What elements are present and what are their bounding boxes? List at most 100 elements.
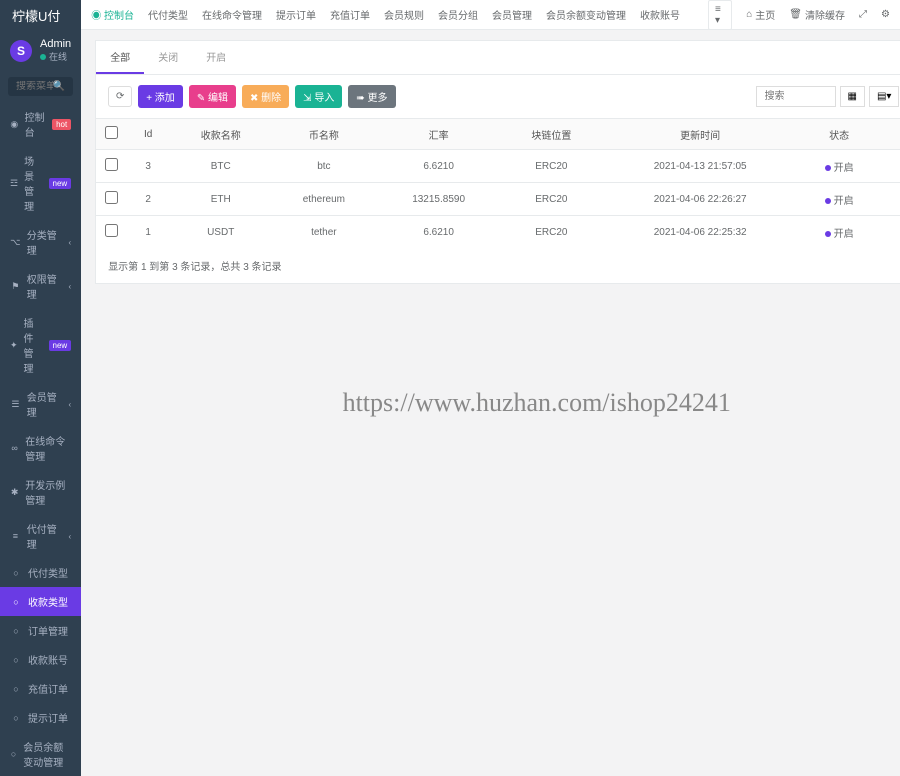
user-name: Admin xyxy=(40,38,71,50)
tab[interactable]: 开启 xyxy=(192,41,240,74)
user-box[interactable]: S Admin 在线 xyxy=(0,30,81,71)
sidebar-search[interactable]: 🔍 xyxy=(8,77,73,96)
edit-button[interactable]: ✎ 编辑 xyxy=(189,85,236,108)
sidebar-item-label: 会员余额变动管理 xyxy=(23,739,71,769)
circle-icon: ○ xyxy=(10,597,22,607)
sidebar-item[interactable]: ☰会员管理‹ xyxy=(0,382,81,426)
topbar-expand-icon[interactable]: ⤢ xyxy=(859,9,867,20)
sidebar-sub-item[interactable]: ○订单管理 xyxy=(0,616,81,645)
topbar-link[interactable]: 会员管理 xyxy=(492,7,532,22)
sidebar-sub-item[interactable]: ○提示订单 xyxy=(0,703,81,732)
cell-time: 2021-04-06 22:25:32 xyxy=(602,216,799,249)
sidebar-item[interactable]: ✦插件管理new xyxy=(0,308,81,382)
nav-icon: ✱ xyxy=(10,487,19,498)
topbar-home[interactable]: ⌂ 主页 xyxy=(746,7,775,22)
status-dot-icon xyxy=(825,231,831,237)
sidebar-sub-item[interactable]: ○ 充值订单 xyxy=(0,674,81,703)
sidebar-item-label: 代付管理 xyxy=(27,521,63,551)
data-table: Id收款名称币名称汇率块链位置更新时间状态操作 3 BTC btc 6.6210… xyxy=(96,118,900,248)
cell-status[interactable]: 开启 xyxy=(798,216,879,249)
sidebar-sub-item[interactable]: ○收款账号 xyxy=(0,645,81,674)
nav-icon: ◉ xyxy=(10,119,19,130)
sidebar-item[interactable]: ✱ 开发示例管理 xyxy=(0,470,81,514)
cell-status[interactable]: 开启 xyxy=(798,183,879,216)
topbar-link[interactable]: ◉ 控制台 xyxy=(91,7,134,22)
row-checkbox[interactable] xyxy=(105,191,118,204)
tab[interactable]: 关闭 xyxy=(144,41,192,74)
topbar-settings-icon[interactable]: ⚙ xyxy=(881,9,890,20)
topbar-link[interactable]: 收款账号 xyxy=(640,7,680,22)
cell-id: 1 xyxy=(126,216,170,249)
row-checkbox[interactable] xyxy=(105,158,118,171)
import-button[interactable]: ⇲ 导入 xyxy=(295,85,342,108)
topbar-link[interactable]: 充值订单 xyxy=(330,7,370,22)
sidebar-item[interactable]: ∞在线命令管理 xyxy=(0,426,81,470)
cell-status[interactable]: 开启 xyxy=(798,150,879,183)
toolbar: ⟳ + 添加 ✎ 编辑 ✖ 删除 ⇲ 导入 ➠ 更多 ▦ ▤▾ ⇥▾ 🔍 xyxy=(96,75,900,118)
sidebar-item-label: 会员管理 xyxy=(27,389,63,419)
circle-icon: ○ xyxy=(10,684,22,694)
topbar-clear-cache[interactable]: 🗑 清除缓存 xyxy=(789,7,845,22)
column-header[interactable]: 块链位置 xyxy=(501,119,602,150)
cell-coin: tether xyxy=(271,216,376,249)
chevron-left-icon: ‹ xyxy=(69,282,72,291)
column-header[interactable]: 收款名称 xyxy=(170,119,271,150)
sidebar-item[interactable]: ⚑权限管理‹ xyxy=(0,264,81,308)
select-all-checkbox[interactable] xyxy=(105,126,118,139)
column-header[interactable]: 币名称 xyxy=(271,119,376,150)
delete-button[interactable]: ✖ 删除 xyxy=(242,85,289,108)
column-header[interactable] xyxy=(96,119,126,150)
more-button[interactable]: ➠ 更多 xyxy=(348,85,395,108)
view-toggle-button[interactable]: ▦ xyxy=(840,86,865,107)
topbar-link[interactable]: 代付类型 xyxy=(148,7,188,22)
sidebar-item-label: 开发示例管理 xyxy=(25,477,71,507)
sidebar-item[interactable]: ⌥分类管理‹ xyxy=(0,220,81,264)
sidebar-search-input[interactable] xyxy=(16,81,53,92)
badge: hot xyxy=(52,119,71,130)
circle-icon: ○ xyxy=(10,749,17,759)
cell-chain: ERC20 xyxy=(501,216,602,249)
main-panel: 全部关闭开启 ⟳ + 添加 ✎ 编辑 ✖ 删除 ⇲ 导入 ➠ 更多 ▦ ▤▾ ⇥… xyxy=(95,40,900,284)
sidebar-item-label: 在线命令管理 xyxy=(25,433,71,463)
sidebar: 柠檬U付 S Admin 在线 🔍 ◉控制台hot☲场景管理new⌥分类管理‹⚑… xyxy=(0,0,81,776)
column-header[interactable]: 操作 xyxy=(880,119,900,150)
table-search-input[interactable] xyxy=(756,86,836,107)
topbar-menu-button[interactable]: ≡ ▾ xyxy=(708,0,732,30)
topbar-link[interactable]: 会员余额变动管理 xyxy=(546,7,626,22)
refresh-button[interactable]: ⟳ xyxy=(108,86,132,107)
circle-icon: ○ xyxy=(10,713,22,723)
column-header[interactable]: Id xyxy=(126,119,170,150)
chevron-left-icon: ‹ xyxy=(69,238,72,247)
user-status: 在线 xyxy=(40,50,71,63)
cell-coin: btc xyxy=(271,150,376,183)
nav-icon: ⚑ xyxy=(10,281,21,292)
cell-name: USDT xyxy=(170,216,271,249)
status-dot-icon xyxy=(825,198,831,204)
sidebar-item-label: 收款类型 xyxy=(28,594,68,609)
topbar-link[interactable]: 提示订单 xyxy=(276,7,316,22)
online-dot-icon xyxy=(40,54,46,60)
column-header[interactable]: 状态 xyxy=(798,119,879,150)
topbar-link[interactable]: 在线命令管理 xyxy=(202,7,262,22)
row-checkbox[interactable] xyxy=(105,224,118,237)
circle-icon: ○ xyxy=(10,626,22,636)
chevron-left-icon: ‹ xyxy=(69,532,72,541)
column-header[interactable]: 汇率 xyxy=(376,119,500,150)
sidebar-sub-item[interactable]: ○ 会员余额变动管理 xyxy=(0,732,81,776)
brand-title: 柠檬U付 xyxy=(0,0,81,30)
add-button[interactable]: + 添加 xyxy=(138,85,183,108)
sidebar-sub-item[interactable]: ○ 收款类型 xyxy=(0,587,81,616)
column-header[interactable]: 更新时间 xyxy=(602,119,799,150)
sidebar-item[interactable]: ≡代付管理‹ xyxy=(0,514,81,558)
sidebar-item-label: 充值订单 xyxy=(28,681,68,696)
cell-chain: ERC20 xyxy=(501,150,602,183)
topbar-link[interactable]: 会员规则 xyxy=(384,7,424,22)
topbar-link[interactable]: 会员分组 xyxy=(438,7,478,22)
cell-rate: 6.6210 xyxy=(376,150,500,183)
sidebar-item[interactable]: ◉ 控制台 hot xyxy=(0,102,81,146)
sidebar-item-label: 控制台 xyxy=(25,109,46,139)
tab[interactable]: 全部 xyxy=(96,41,144,74)
sidebar-item[interactable]: ☲场景管理new xyxy=(0,146,81,220)
cell-id: 2 xyxy=(126,183,170,216)
columns-button[interactable]: ▤▾ xyxy=(869,86,899,107)
